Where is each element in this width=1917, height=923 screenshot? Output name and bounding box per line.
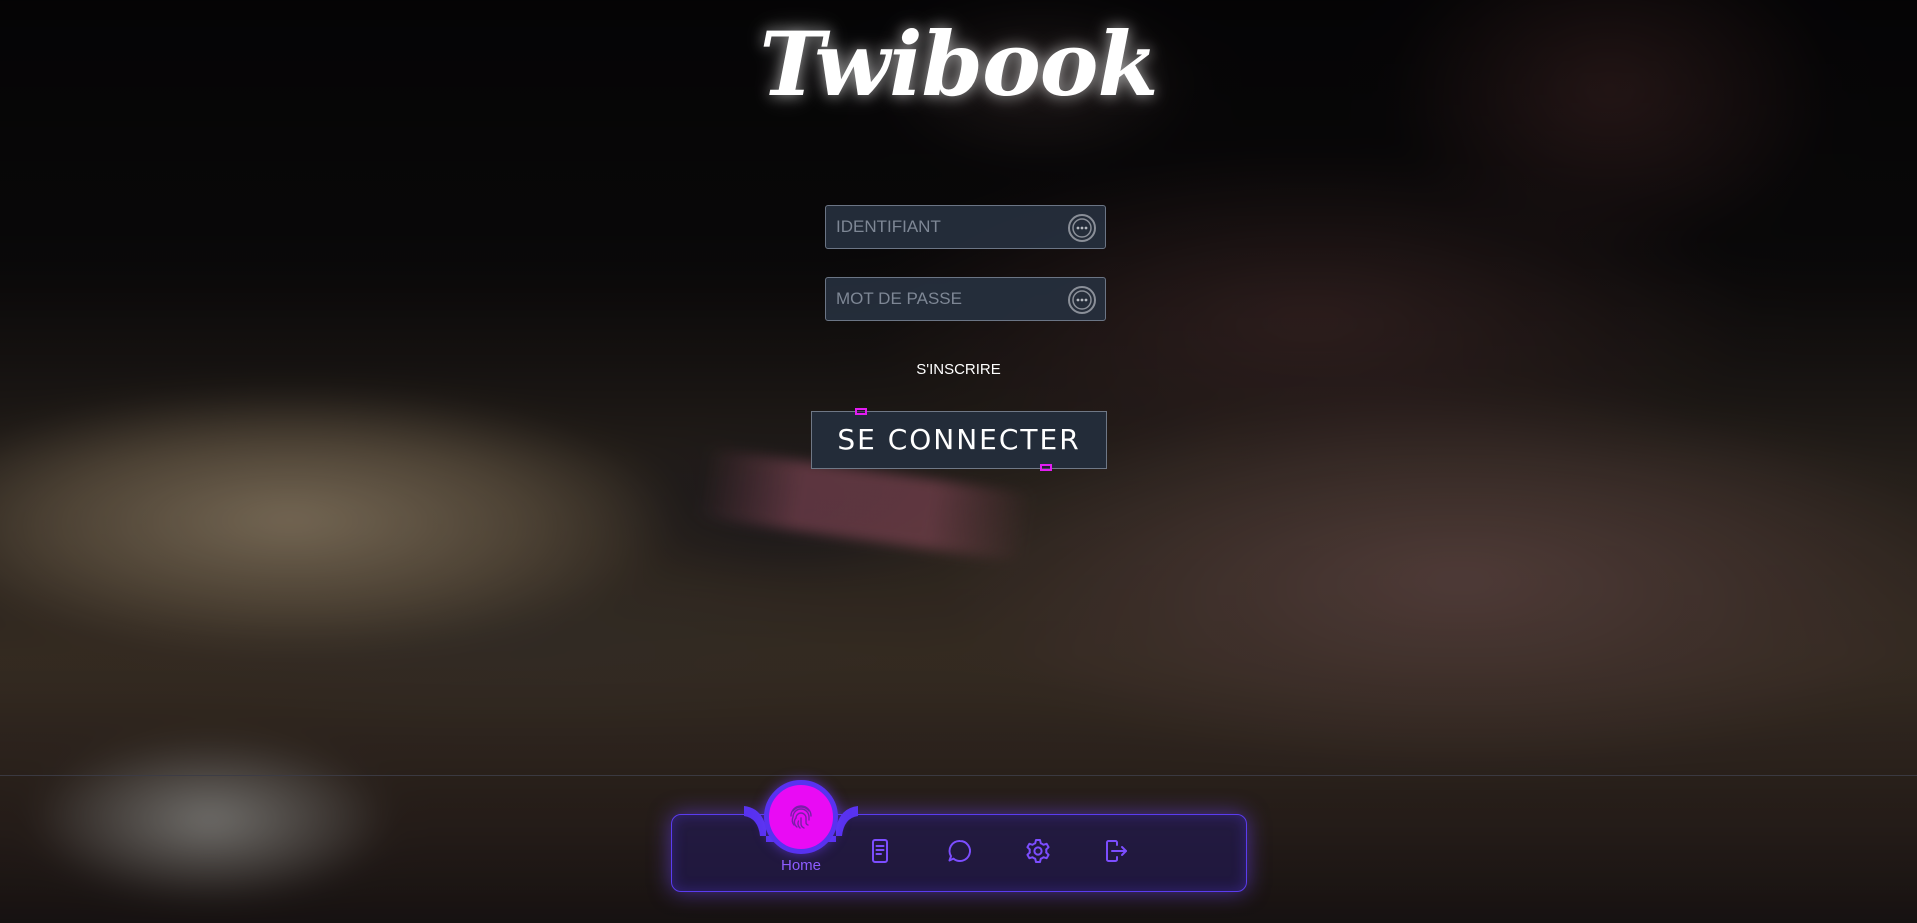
nav-item-documents[interactable] <box>865 836 895 866</box>
document-icon <box>872 839 888 863</box>
signup-link-row: S'INSCRIRE <box>0 361 1917 378</box>
divider <box>0 775 1917 776</box>
nav-item-settings[interactable] <box>1023 836 1053 866</box>
nav-item-logout[interactable] <box>1101 836 1131 866</box>
page: Twibook S'INSCRIRE SE CONNECTER <box>0 0 1917 923</box>
login-button[interactable]: SE CONNECTER <box>811 411 1107 469</box>
selection-handle[interactable] <box>1040 464 1052 471</box>
nav-active-label: Home <box>780 857 821 874</box>
password-field[interactable] <box>825 277 1106 321</box>
chat-bubble-icon <box>948 840 971 862</box>
app-logo: Twibook <box>759 12 1159 116</box>
selection-handle[interactable] <box>855 408 867 415</box>
fingerprint-icon <box>790 805 812 829</box>
logout-icon <box>1106 840 1127 862</box>
username-input[interactable] <box>826 206 1046 248</box>
gear-icon <box>1026 839 1050 863</box>
nav-item-messages[interactable] <box>945 836 975 866</box>
username-field[interactable] <box>825 205 1106 249</box>
nav-item-home[interactable] <box>764 780 838 854</box>
password-input[interactable] <box>826 278 1046 320</box>
signup-link[interactable]: S'INSCRIRE <box>916 361 1001 378</box>
dots-circle-icon[interactable] <box>1067 213 1097 243</box>
dots-circle-icon[interactable] <box>1067 285 1097 315</box>
